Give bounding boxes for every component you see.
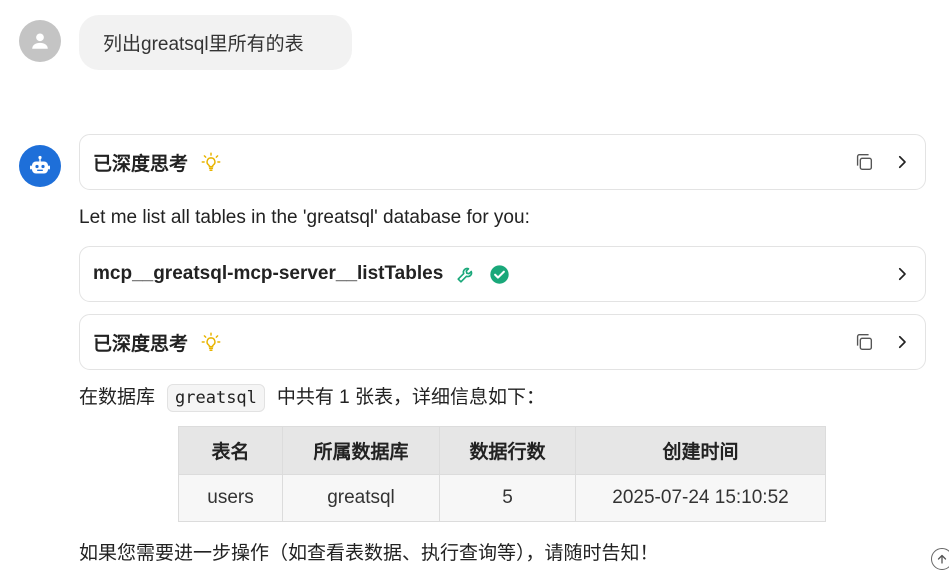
check-circle-icon [489, 264, 510, 285]
tables-result-table: 表名 所属数据库 数据行数 创建时间 users greatsql 5 2025… [178, 426, 826, 522]
thinking-label: 已深度思考 [93, 333, 189, 355]
table-cell: 5 [439, 474, 576, 522]
chevron-right-icon[interactable] [893, 265, 911, 283]
tool-call-name: mcp__greatsql-mcp-server__listTables [93, 263, 444, 284]
arrow-up-icon [937, 554, 947, 564]
inline-code-db-name: greatsql [167, 383, 265, 412]
thinking-label: 已深度思考 [93, 153, 189, 175]
wrench-icon [455, 263, 477, 285]
person-icon [32, 33, 48, 49]
lightbulb-icon [200, 331, 222, 353]
thinking-panel-2[interactable]: 已深度思考 [79, 314, 926, 370]
chevron-right-icon[interactable] [893, 153, 911, 171]
copy-icon[interactable] [853, 151, 875, 173]
column-header: 创建时间 [575, 426, 826, 475]
tool-call-panel[interactable]: mcp__greatsql-mcp-server__listTables [79, 246, 926, 302]
column-header: 表名 [178, 426, 283, 475]
thinking-panel-1[interactable]: 已深度思考 [79, 134, 926, 190]
column-header: 所属数据库 [282, 426, 440, 475]
summary-suffix: 中共有 1 张表，详细信息如下： [276, 387, 546, 408]
robot-icon [30, 155, 50, 174]
table-cell: users [178, 474, 283, 522]
summary-prefix: 在数据库 [79, 387, 156, 408]
user-message-bubble: 列出greatsql里所有的表 [79, 15, 352, 70]
closing-text: 如果您需要进一步操作（如查看表数据、执行查询等），请随时告知！ [79, 543, 659, 564]
table-cell: greatsql [282, 474, 440, 522]
column-header: 数据行数 [439, 426, 576, 475]
copy-icon[interactable] [853, 331, 875, 353]
assistant-avatar [19, 145, 61, 187]
summary-text: 在数据库 greatsql 中共有 1 张表，详细信息如下： [79, 382, 545, 412]
table-row: users greatsql 5 2025-07-24 15:10:52 [178, 474, 826, 522]
user-message-text: 列出greatsql里所有的表 [103, 34, 304, 55]
table-cell: 2025-07-24 15:10:52 [575, 474, 826, 522]
scroll-up-button[interactable] [931, 548, 949, 570]
assistant-intro-text: Let me list all tables in the 'greatsql'… [79, 207, 530, 228]
table-header-row: 表名 所属数据库 数据行数 创建时间 [178, 426, 826, 475]
lightbulb-icon [200, 151, 222, 173]
user-avatar [19, 20, 61, 62]
chevron-right-icon[interactable] [893, 333, 911, 351]
